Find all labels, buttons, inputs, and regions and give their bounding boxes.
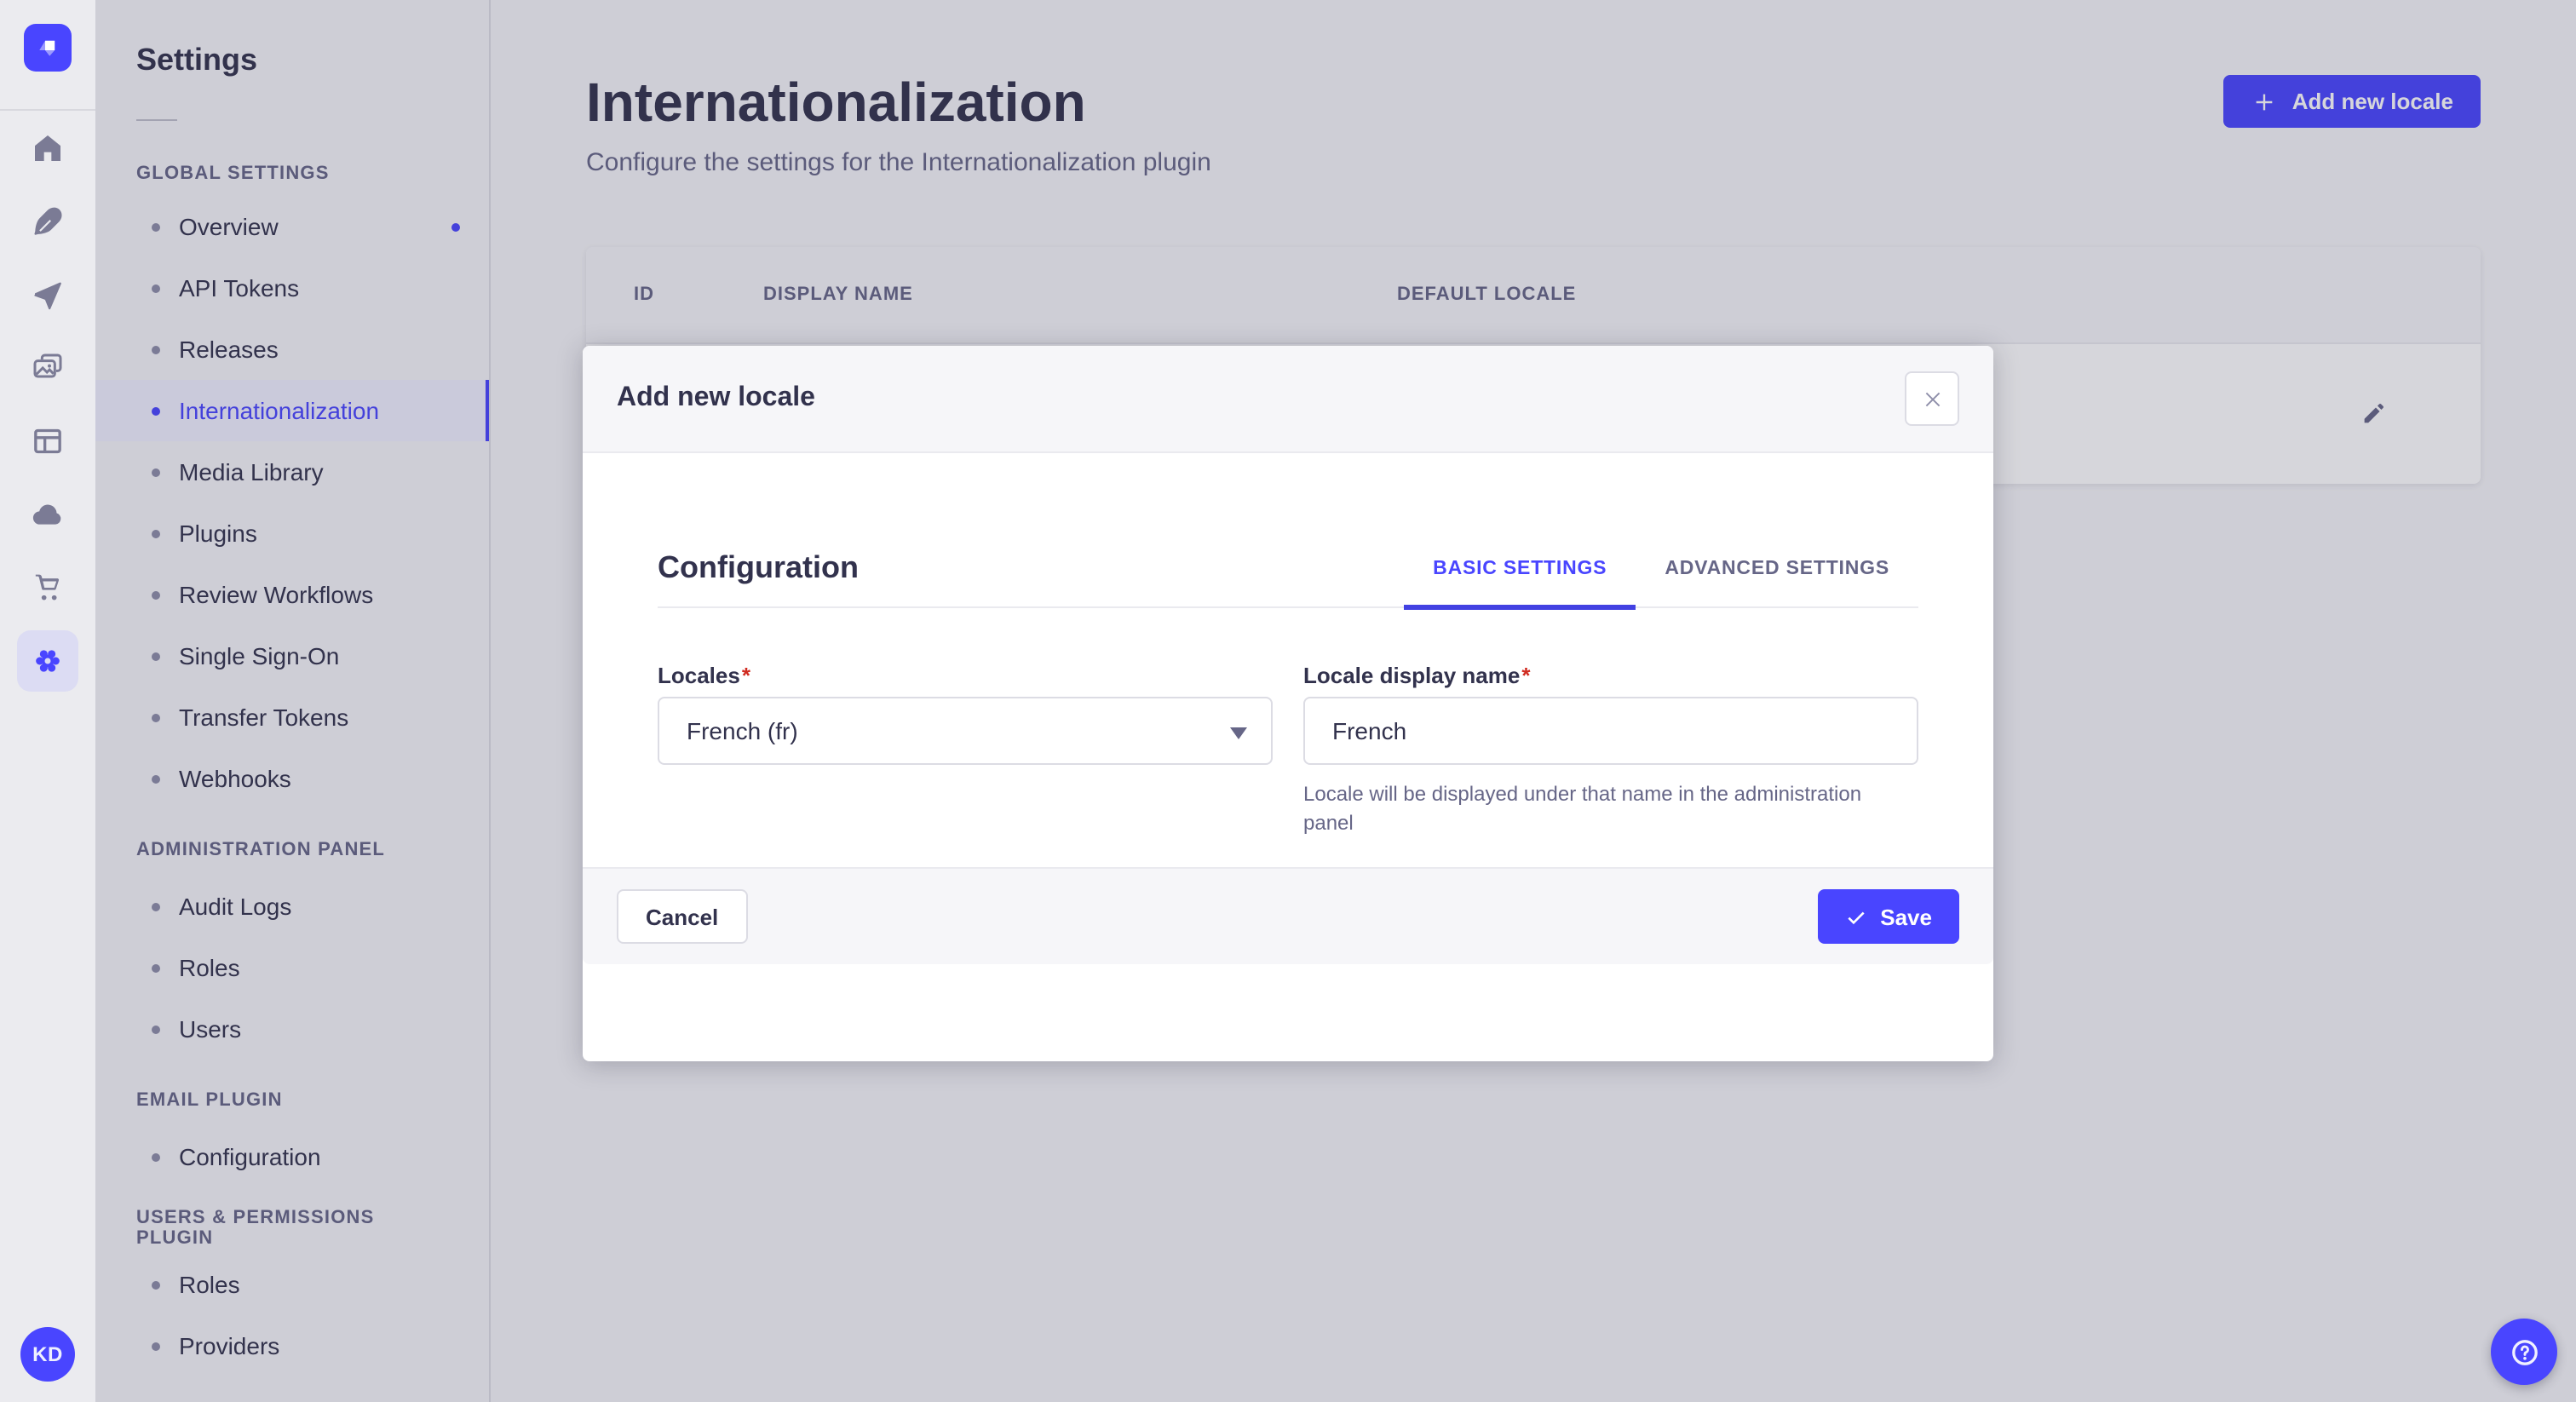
display-name-label-text: Locale display name (1303, 663, 1521, 688)
question-mark-icon (2511, 1339, 2537, 1365)
check-icon (1847, 911, 1864, 924)
locales-label-text: Locales (658, 663, 740, 688)
home-icon[interactable] (27, 127, 68, 168)
settings-gear-icon[interactable] (17, 630, 78, 692)
layout-icon[interactable] (27, 420, 68, 461)
locales-field: Locales * French (fr) (658, 663, 1273, 838)
required-marker: * (1521, 663, 1531, 688)
strapi-admin-app: KD Settings GLOBAL SETTINGS Overview API… (0, 0, 2576, 1402)
strapi-logo-icon (39, 40, 55, 56)
locale-form: Locales * French (fr) Locale display name… (658, 663, 1918, 838)
strapi-logo[interactable] (24, 24, 72, 72)
save-label: Save (1880, 904, 1932, 929)
display-name-field: Locale display name* Locale will be disp… (1303, 663, 1918, 838)
content-feather-icon[interactable] (27, 200, 68, 241)
locales-select-value: French (fr) (687, 717, 798, 744)
configuration-title: Configuration (658, 550, 859, 584)
modal-body: Configuration BASIC SETTINGS ADVANCED SE… (583, 453, 1993, 964)
media-library-icon[interactable] (27, 347, 68, 388)
cloud-icon[interactable] (27, 493, 68, 534)
main-nav-rail: KD (0, 0, 95, 1402)
modal-footer: Cancel Save (583, 867, 1993, 964)
user-avatar[interactable]: KD (20, 1327, 75, 1382)
display-name-label: Locale display name * (1303, 663, 1918, 690)
add-new-locale-modal: Add new locale Configuration BASIC SETTI… (583, 346, 1993, 1061)
close-icon[interactable] (1905, 371, 1959, 426)
rail-divider (0, 109, 95, 111)
help-button[interactable] (2491, 1319, 2557, 1385)
marketplace-cart-icon[interactable] (27, 566, 68, 607)
display-name-helper: Locale will be displayed under that name… (1303, 782, 1862, 835)
modal-header: Add new locale (583, 346, 1993, 453)
cancel-button[interactable]: Cancel (617, 889, 748, 944)
modal-title: Add new locale (617, 383, 815, 412)
save-button[interactable]: Save (1817, 889, 1959, 944)
configuration-header: Configuration BASIC SETTINGS ADVANCED SE… (658, 453, 1918, 610)
display-name-input-wrap (1303, 697, 1918, 765)
required-marker: * (741, 663, 750, 688)
settings-tabs: BASIC SETTINGS ADVANCED SETTINGS (1404, 531, 1918, 610)
chevron-down-icon (1230, 727, 1247, 739)
display-name-input[interactable] (1332, 717, 1889, 744)
locales-label: Locales * (658, 663, 1273, 690)
tab-basic-settings[interactable]: BASIC SETTINGS (1404, 531, 1636, 610)
release-plane-icon[interactable] (27, 273, 68, 314)
locales-select[interactable]: French (fr) (658, 697, 1273, 765)
tab-advanced-settings[interactable]: ADVANCED SETTINGS (1636, 531, 1918, 606)
